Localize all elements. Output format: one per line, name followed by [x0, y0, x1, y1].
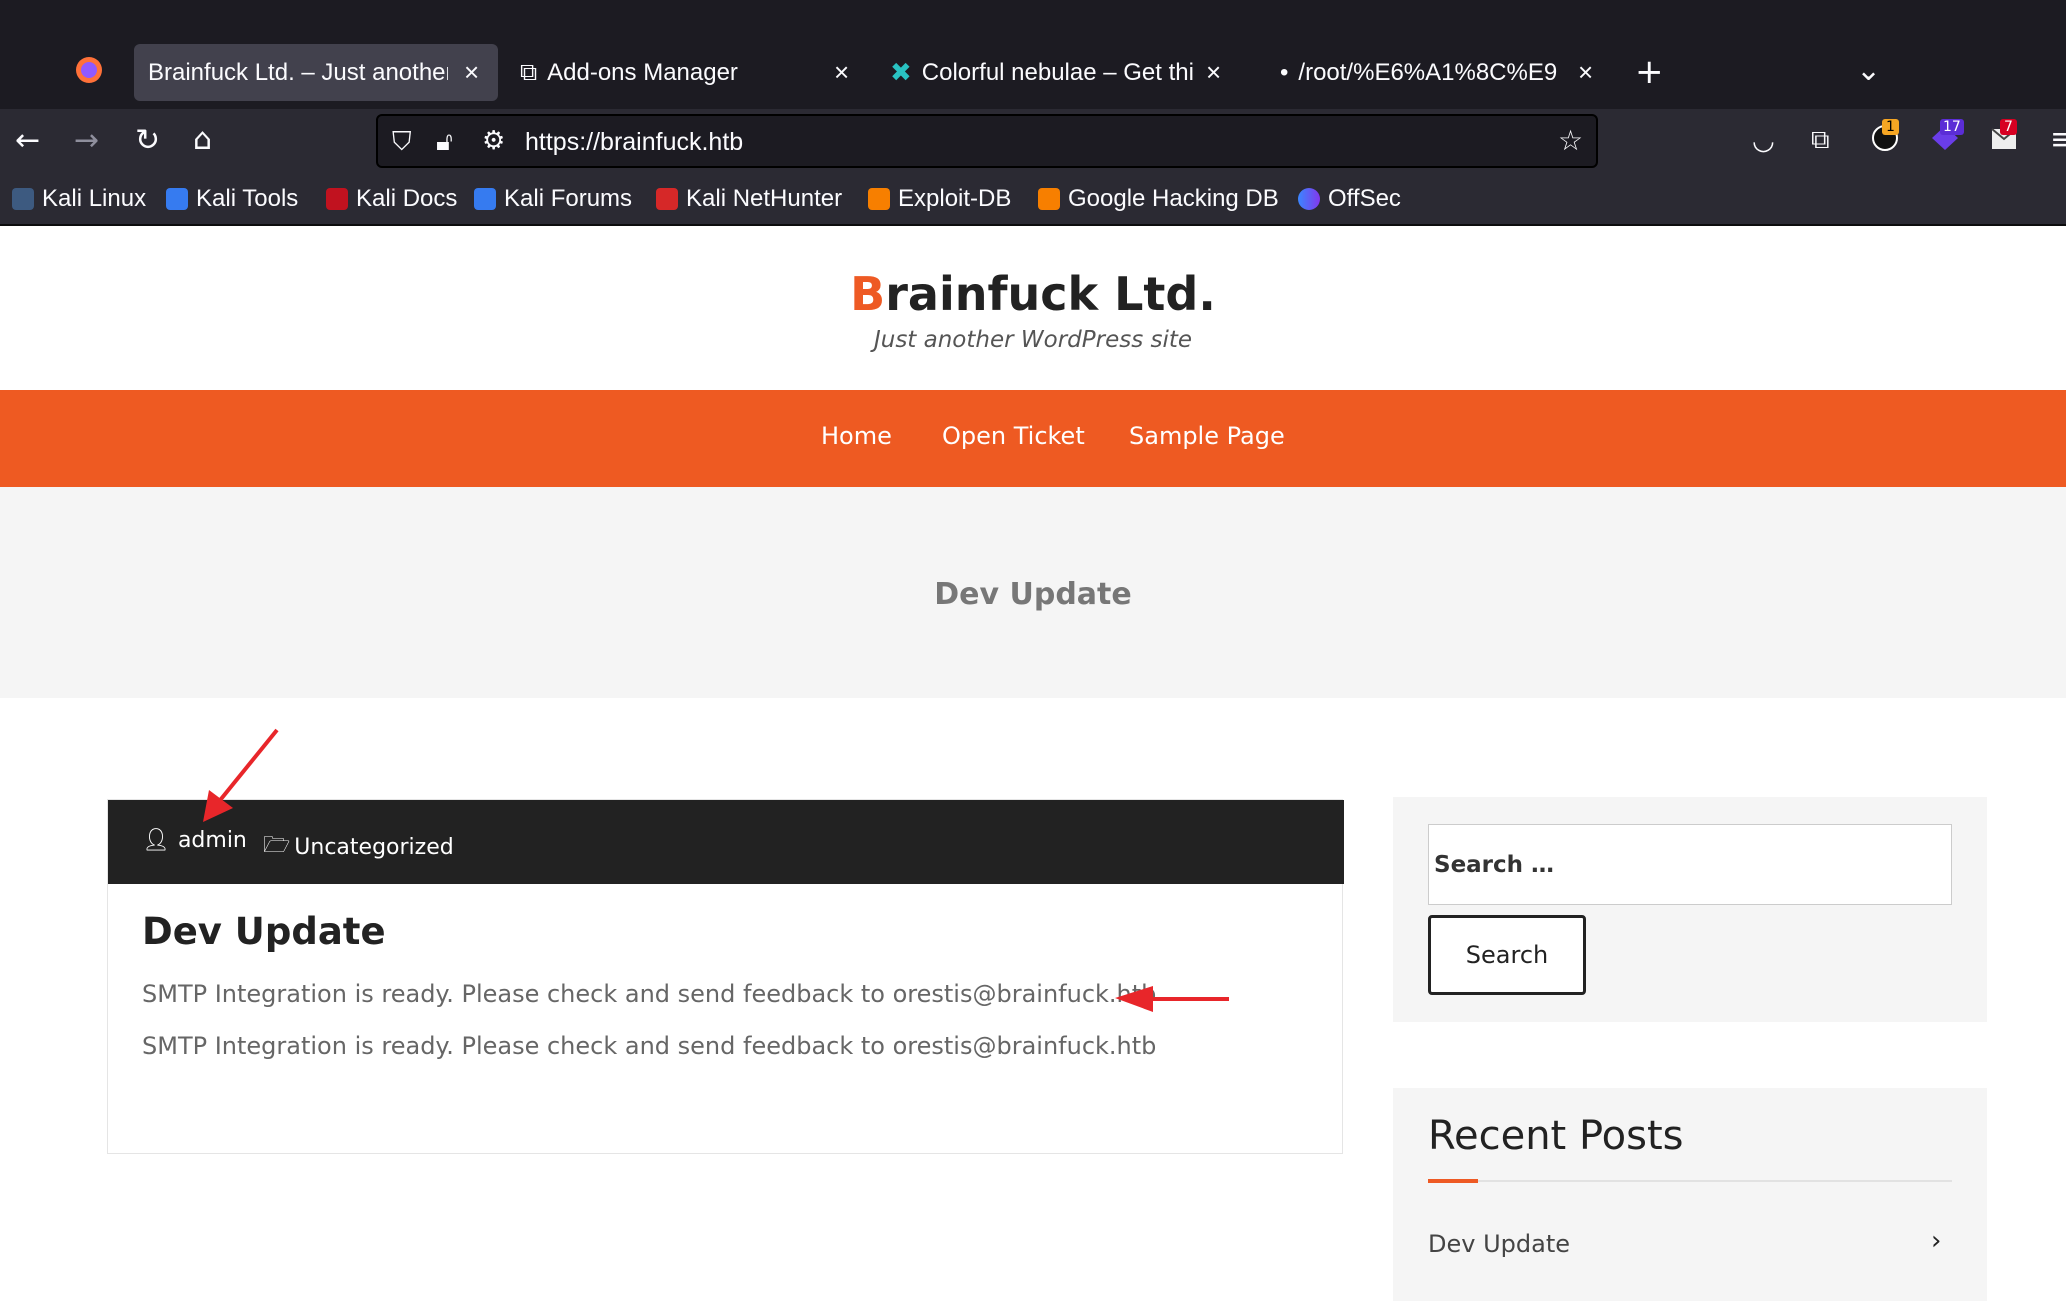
star-icon[interactable]: ☆: [1558, 126, 1583, 156]
url-bar[interactable]: ⛉ 🔓︎ ⚙ https://brainfuck.htb ☆: [376, 114, 1598, 168]
permissions-icon[interactable]: ⚙: [482, 126, 505, 156]
extension-badge: 17: [1940, 119, 1964, 135]
kali-icon: [12, 188, 34, 210]
post-card: 👤︎ admin 🗁︎ Uncategorized Dev Update SMT…: [107, 799, 1344, 1154]
divider: [1428, 1180, 1952, 1182]
banner-title: Dev Update: [934, 577, 1132, 612]
chevron-down-icon[interactable]: ⌄: [1856, 56, 1881, 86]
folder-icon: 🗁︎: [263, 833, 291, 858]
bookmark-label: Google Hacking DB: [1068, 185, 1279, 212]
bookmark-label: Kali Linux: [42, 185, 147, 212]
bookmark-label: Kali NetHunter: [686, 185, 843, 212]
new-tab-icon[interactable]: +: [1635, 55, 1664, 89]
tab-label: Add-ons Manager: [547, 58, 738, 86]
search-widget: Search: [1393, 797, 1987, 1022]
menu-item-open-ticket[interactable]: Open Ticket: [942, 422, 1085, 450]
pocket-icon[interactable]: ◡: [1752, 126, 1775, 156]
ublock-badge: 1: [1882, 119, 1899, 135]
recent-posts-title: Recent Posts: [1428, 1113, 1684, 1159]
close-icon[interactable]: ×: [1578, 57, 1593, 88]
bookmark-offsec[interactable]: OffSec: [1298, 183, 1401, 215]
menu-item-sample-page[interactable]: Sample Page: [1129, 422, 1285, 450]
bookmark-kali-tools[interactable]: Kali Tools: [166, 183, 298, 215]
home-icon[interactable]: ⌂: [193, 125, 212, 155]
offsec-icon: [1298, 188, 1320, 210]
nethunter-icon: [656, 188, 678, 210]
tab-root-file[interactable]: • /root/%E6%A1%8C%E9 ×: [1250, 44, 1610, 101]
post-meta: 👤︎ admin 🗁︎ Uncategorized: [108, 800, 1344, 884]
chevron-right-icon: ›: [1931, 1226, 1942, 1256]
menu-item-home[interactable]: Home: [821, 422, 892, 450]
back-icon[interactable]: ←: [15, 126, 40, 156]
page-banner: Dev Update: [0, 487, 2066, 698]
bookmark-exploit-db[interactable]: Exploit-DB: [868, 183, 1011, 215]
bookmark-kali-nethunter[interactable]: Kali NetHunter: [656, 183, 842, 215]
bookmark-kali-linux[interactable]: Kali Linux: [12, 183, 146, 215]
tab-brainfuck[interactable]: Brainfuck Ltd. – Just another ×: [134, 44, 498, 101]
mail-badge: 7: [2000, 119, 2017, 135]
exploit-db-icon: [868, 188, 890, 210]
annotation-arrow-author: [203, 728, 279, 822]
kali-tools-icon: [166, 188, 188, 210]
theme-icon: ✖: [890, 57, 912, 87]
main-navigation: Home Open Ticket Sample Page: [0, 390, 2066, 487]
dot-icon: •: [1280, 58, 1289, 86]
recent-post-link[interactable]: Dev Update: [1428, 1230, 1570, 1258]
site-header: Brainfuck Ltd. Just another WordPress si…: [0, 227, 2066, 390]
tab-label: Brainfuck Ltd. – Just another: [148, 58, 448, 86]
author-name: admin: [177, 828, 247, 853]
bookmark-kali-forums[interactable]: Kali Forums: [474, 183, 632, 215]
post-paragraph: SMTP Integration is ready. Please check …: [142, 1032, 1157, 1060]
kali-forums-icon: [474, 188, 496, 210]
puzzle-icon: ⧉: [520, 58, 538, 86]
post-author[interactable]: 👤︎ admin: [142, 828, 247, 853]
shield-icon[interactable]: ⛉: [392, 127, 412, 157]
bookmark-label: Kali Docs: [356, 185, 458, 212]
close-icon[interactable]: ×: [1206, 57, 1221, 88]
user-icon: 👤︎: [142, 828, 170, 853]
site-tagline: Just another WordPress site: [873, 327, 1193, 353]
bookmarks-toolbar: Kali Linux Kali Tools Kali Docs Kali For…: [0, 173, 2066, 226]
bookmark-label: Kali Tools: [196, 185, 299, 212]
tab-label: /root/%E6%A1%8C%E9: [1298, 58, 1558, 86]
browser-nav-bar: ← → ↻ ⌂ ⛉ 🔓︎ ⚙ https://brainfuck.htb ☆ ◡…: [0, 109, 2066, 173]
bookmark-kali-docs[interactable]: Kali Docs: [326, 183, 457, 215]
tab-addons[interactable]: ⧉ Add-ons Manager ×: [506, 44, 866, 101]
tab-label: Colorful nebulae – Get thi: [921, 58, 1194, 86]
extensions-icon[interactable]: ⧉: [1811, 125, 1830, 155]
bookmark-label: Exploit-DB: [898, 185, 1012, 212]
site-title[interactable]: Brainfuck Ltd.: [0, 267, 2066, 321]
lock-icon[interactable]: 🔓︎: [436, 127, 453, 157]
post-title[interactable]: Dev Update: [142, 910, 386, 953]
category-name: Uncategorized: [294, 834, 454, 860]
bookmark-google-hacking-db[interactable]: Google Hacking DB: [1038, 183, 1279, 215]
bookmark-label: Kali Forums: [504, 185, 633, 212]
close-icon[interactable]: ×: [834, 57, 849, 88]
search-button[interactable]: Search: [1428, 915, 1586, 995]
annotation-arrow-email: [1115, 986, 1229, 1012]
ghdb-icon: [1038, 188, 1060, 210]
url-text[interactable]: https://brainfuck.htb: [525, 128, 743, 157]
recent-posts-widget: Recent Posts Dev Update ›: [1393, 1088, 1987, 1301]
post-paragraph: SMTP Integration is ready. Please check …: [142, 980, 1157, 1008]
close-icon[interactable]: ×: [464, 57, 479, 88]
browser-tab-bar: Brainfuck Ltd. – Just another × ⧉ Add-on…: [0, 0, 2066, 109]
firefox-icon[interactable]: [74, 55, 104, 91]
post-category[interactable]: 🗁︎ Uncategorized: [263, 828, 454, 866]
tab-nebulae[interactable]: ✖ Colorful nebulae – Get thi ×: [878, 44, 1238, 101]
bookmark-label: OffSec: [1328, 185, 1401, 212]
forward-icon[interactable]: →: [74, 126, 99, 156]
reload-icon[interactable]: ↻: [135, 126, 160, 156]
menu-icon[interactable]: ≡: [2050, 125, 2066, 155]
divider-accent: [1428, 1179, 1478, 1183]
kali-docs-icon: [326, 188, 348, 210]
search-input[interactable]: [1428, 824, 1952, 905]
